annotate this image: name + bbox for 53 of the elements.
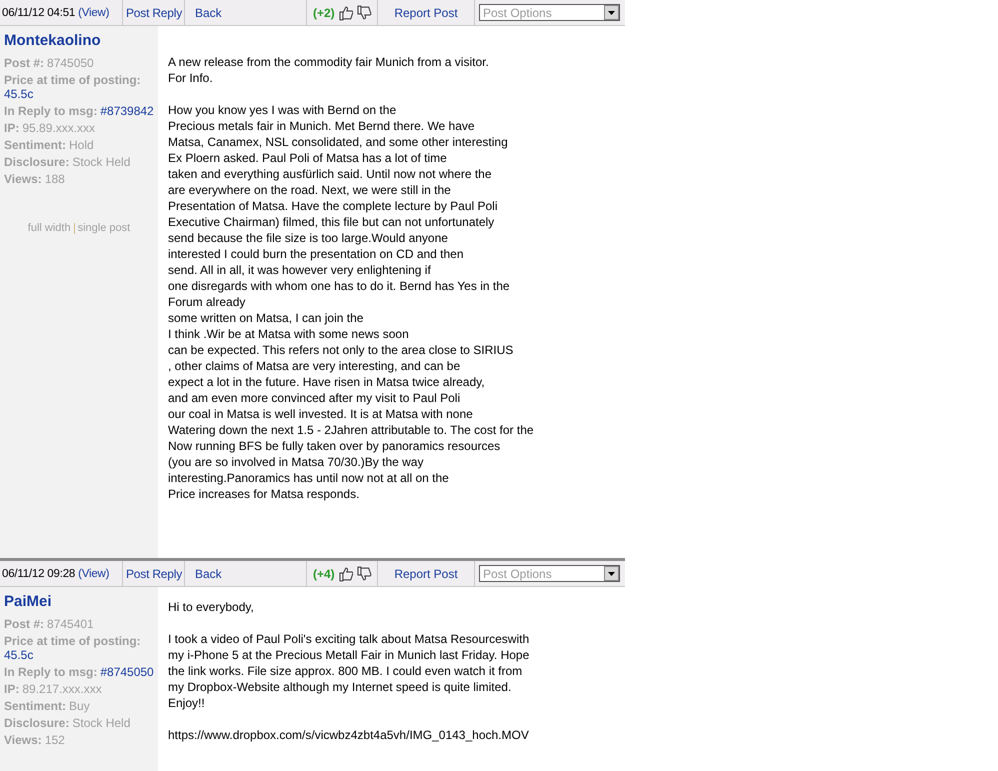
field-label: Views: (4, 172, 42, 186)
thumbs-up-icon[interactable] (338, 566, 354, 582)
thumbs-down-icon[interactable] (356, 566, 372, 582)
field-link[interactable]: 45.5c (4, 87, 34, 101)
author-name[interactable]: PaiMei (4, 593, 154, 610)
field-value: Hold (69, 138, 94, 152)
field-value: 89.217.xxx.xxx (22, 682, 102, 696)
thumbs-up-icon[interactable] (338, 4, 354, 20)
post-paragraph: How you know yes I was with Bernd on the Precious metals fair in Munich. Met Bernd there. We have Matsa, Canamex, NSL consolidated, and some other interesting Ex Ploern asked. Paul Poli of Matsa has a lot of time taken and everything ausfürlich said. Until now not where the are everywhere on the road. Next, we were still in the Presentation of Matsa. Have the complete lecture by Paul Poli Executive Chairman) filmed, this file but can not unfortunately send because the file size is too large.Would anyone interested I could burn the presentation on CD and then send. All in all, it was however very enlightening if one disregards with whom one has to do it. Bernd has Yes in the Forum already some written on Matsa, I can join the I think .Wir be at Matsa with some news soon can be expected. This refers not only to the area close to SIRIUS , other claims of Matsa are very interesting, and can be expect a lot in the future. Have risen in Matsa twice already, and am even more convinced after my visit to Paul Poli our coal in Matsa is well invested. It is at Matsa with none Watering down the next 1.5 - 2Jahren attributable to. The cost for the Now running BFS be fully taken over by panoramics resources (you are so involved in Matsa 70/30.)By the way interesting.Panoramics has until now not at all on the Price increases for Matsa responds. (168, 102, 535, 502)
field-link[interactable]: #8739842 (100, 104, 154, 118)
field-link[interactable]: #8745050 (100, 665, 154, 679)
post-paragraph: A new release from the commodity fair Munich from a visitor. For Info. (168, 54, 490, 86)
field-label: Views: (4, 733, 42, 747)
field-label: Post #: (4, 617, 44, 631)
field-label: Price at time of posting: (4, 634, 141, 648)
field-link[interactable]: 45.5c (4, 648, 34, 662)
field-label: In Reply to msg: (4, 665, 98, 679)
field-label: IP: (4, 121, 20, 135)
field-value: 8745401 (47, 617, 94, 631)
post-date: 06/11/12 04:51 (2, 6, 76, 18)
field-value: 8745050 (47, 56, 94, 70)
report-post-link[interactable]: Report Post (394, 566, 458, 580)
post-reply-link[interactable]: Post Reply (126, 566, 182, 580)
field-value: Buy (69, 699, 90, 713)
post-options-dropdown[interactable]: Post Options (479, 4, 620, 21)
thumbs-down-icon[interactable] (356, 4, 372, 20)
field-value: Stock Held (72, 716, 130, 730)
post-paragraph: I took a video of Paul Poli's exciting talk about Matsa Resourceswith my i-Phone 5 at the Precious Metall Fair in Munich last Friday. Hope the link works. File size approx. 800 MB. I could even watch it from my Dropbox-Website although my Internet speed is quite limited. Enjoy!! (168, 631, 530, 711)
post-reply-link[interactable]: Post Reply (126, 6, 182, 20)
field-label: Disclosure: (4, 155, 70, 169)
back-link[interactable]: Back (195, 6, 222, 20)
field-label: IP: (4, 682, 20, 696)
post-options-dropdown[interactable]: Post Options (479, 565, 620, 582)
vote-count: (+2) (313, 6, 335, 20)
field-label: In Reply to msg: (4, 104, 98, 118)
post-paragraph: https://www.dropbox.com/s/vicwbz4zbt4a5vh/IMG_0143_hoch.MOV (168, 727, 530, 743)
field-label: Post #: (4, 56, 44, 70)
field-label: Sentiment: (4, 138, 66, 152)
field-label: Sentiment: (4, 699, 66, 713)
field-value: 188 (44, 172, 65, 186)
field-value: 95.89.xxx.xxx (22, 121, 96, 135)
report-post-link[interactable]: Report Post (394, 6, 458, 20)
author-name[interactable]: Montekaolino (4, 32, 154, 49)
view-link[interactable]: (View) (78, 568, 110, 580)
vote-count: (+4) (313, 566, 335, 580)
field-label: Price at time of posting: (4, 73, 141, 87)
field-value: 152 (44, 733, 65, 747)
field-value: Stock Held (72, 155, 130, 169)
field-label: Disclosure: (4, 716, 70, 730)
post-paragraph: Hi to everybody, (168, 599, 255, 615)
post-date: 06/11/12 09:28 (2, 568, 76, 580)
view-link[interactable]: (View) (78, 6, 110, 18)
back-link[interactable]: Back (195, 566, 222, 580)
